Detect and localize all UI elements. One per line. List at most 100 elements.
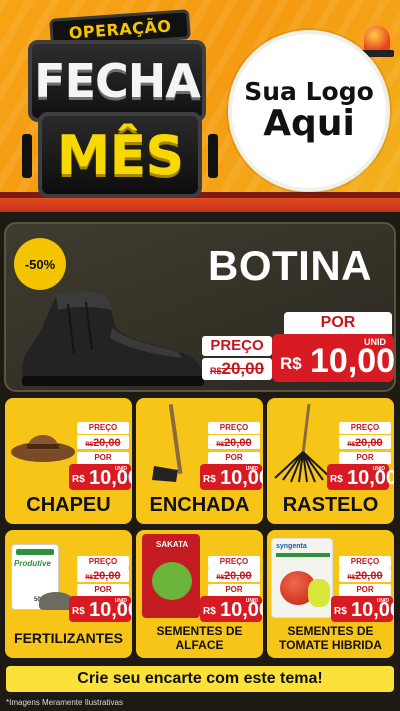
rastelo-new-value: 10,00 bbox=[347, 467, 394, 489]
alface-old-price: R$20,00 bbox=[208, 568, 260, 582]
chapeu-old-value: 20,00 bbox=[93, 437, 121, 449]
enchada-new-price: UNIDR$10,00 bbox=[200, 464, 263, 490]
product-card-chapeu[interactable]: PREÇO R$20,00 POR UNIDR$10,00 CHAPEU bbox=[5, 398, 132, 524]
alface-name-line2: ALFACE bbox=[175, 638, 224, 652]
rastelo-old-price: R$20,00 bbox=[339, 435, 391, 449]
badge-sub: MÊS bbox=[38, 112, 202, 198]
chapeu-old-currency: R$ bbox=[85, 442, 94, 448]
hoe-icon bbox=[152, 404, 183, 482]
chapeu-old-price: R$20,00 bbox=[77, 435, 129, 449]
fertilizantes-new-currency: R$ bbox=[72, 606, 85, 617]
fertilizer-granules bbox=[39, 592, 73, 610]
tomate-name-line1: SEMENTES DE bbox=[287, 624, 374, 638]
tomate-name-line2: TOMATE HIBRIDA bbox=[279, 638, 382, 652]
enchada-old-price: R$20,00 bbox=[208, 435, 260, 449]
enchada-name: ENCHADA bbox=[149, 494, 250, 516]
cta-button[interactable]: Crie seu encarte com este tema! bbox=[6, 666, 394, 692]
fertilizantes-preco-label: PREÇO bbox=[77, 556, 129, 568]
alface-new-value: 10,00 bbox=[220, 599, 263, 621]
tomate-new-value: 10,00 bbox=[351, 599, 394, 621]
tomate-new-currency: R$ bbox=[334, 606, 347, 617]
logo-line-2: Aqui bbox=[263, 103, 355, 145]
rastelo-new-currency: R$ bbox=[330, 474, 343, 485]
discount-badge: -50% bbox=[14, 238, 66, 290]
chapeu-por-label: POR bbox=[77, 452, 129, 464]
tomate-preco-label: PREÇO bbox=[339, 556, 391, 568]
lettuce-image bbox=[152, 562, 192, 600]
header-banner: OPERAÇÃO FECHA MÊS Sua Logo Aqui bbox=[0, 0, 400, 212]
pepper-image bbox=[308, 579, 330, 607]
fertilizantes-name: FERTILIZANTES bbox=[14, 630, 123, 646]
hero-product-card[interactable]: -50% BOTINA PREÇO R$20,00 POR UNID R$ 10… bbox=[4, 222, 396, 392]
alface-preco-label: PREÇO bbox=[208, 556, 260, 568]
fertilizer-bag-band bbox=[16, 549, 54, 555]
rastelo-new-price: UNID R$ 10,00 bbox=[327, 464, 394, 490]
enchada-new-currency: R$ bbox=[203, 474, 216, 485]
enchada-new-value: 10,00 bbox=[220, 467, 263, 489]
rastelo-por-label: POR bbox=[339, 452, 391, 464]
hero-new-currency: R$ bbox=[280, 354, 302, 373]
tomate-old-currency: R$ bbox=[347, 575, 356, 581]
badge-side-left bbox=[22, 134, 32, 178]
badge-side-right bbox=[208, 134, 218, 178]
seed-packet-icon: SAKATA bbox=[142, 534, 200, 618]
alface-name-line1: SEMENTES DE bbox=[156, 624, 243, 638]
tomate-old-price: R$20,00 bbox=[339, 568, 391, 582]
fertilizantes-old-price: R$20,00 bbox=[77, 568, 129, 582]
chapeu-new-value: 10,00 bbox=[89, 467, 132, 489]
fertilizantes-por-label: POR bbox=[77, 584, 129, 596]
rastelo-preco-label: PREÇO bbox=[339, 422, 391, 434]
badge-main-text: FECHA bbox=[34, 54, 201, 108]
seed-packet-brand: SAKATA bbox=[156, 540, 189, 549]
hero-por-label: POR bbox=[284, 312, 392, 334]
hero-old-value: 20,00 bbox=[221, 359, 265, 378]
chapeu-preco-label: PREÇO bbox=[77, 422, 129, 434]
disclaimer-text: *Imagens Meramente Ilustrativas bbox=[6, 698, 123, 707]
tomato-packet-band bbox=[276, 553, 330, 557]
alface-por-label: POR bbox=[208, 584, 260, 596]
hero-preco-label: PREÇO bbox=[202, 336, 272, 356]
hero-old-price: R$20,00 bbox=[202, 358, 272, 380]
chapeu-new-price: UNIDR$10,00 bbox=[69, 464, 132, 490]
logo-placeholder[interactable]: Sua Logo Aqui bbox=[228, 30, 390, 192]
product-card-fertilizantes[interactable]: Produtive 50kg PREÇO R$20,00 POR UNIDR$1… bbox=[5, 530, 132, 658]
enchada-preco-label: PREÇO bbox=[208, 422, 260, 434]
product-card-alface[interactable]: SAKATA PREÇO R$20,00 POR UNIDR$10,00 SEM… bbox=[136, 530, 263, 658]
tomate-por-label: POR bbox=[339, 584, 391, 596]
product-card-rastelo[interactable]: PREÇO R$20,00 POR UNID R$ 10,00 RASTELO bbox=[267, 398, 394, 524]
badge-top-text: OPERAÇÃO bbox=[68, 15, 172, 43]
fertilizantes-old-value: 20,00 bbox=[93, 570, 121, 582]
enchada-por-label: POR bbox=[208, 452, 260, 464]
tomato-seed-packet-icon: syngenta bbox=[271, 538, 333, 618]
badge-main: FECHA bbox=[28, 40, 206, 122]
enchada-old-currency: R$ bbox=[216, 442, 225, 448]
hero-new-value: 10,00 bbox=[310, 342, 396, 380]
fertilizer-bag-brand: Produtive bbox=[14, 559, 51, 568]
siren-icon bbox=[364, 26, 390, 52]
fertilizantes-new-value: 10,00 bbox=[89, 599, 132, 621]
logo-line-1: Sua Logo bbox=[244, 76, 374, 106]
fertilizantes-new-price: UNIDR$10,00 bbox=[69, 596, 132, 622]
title-badge: OPERAÇÃO FECHA MÊS bbox=[22, 9, 218, 198]
hero-old-currency: R$ bbox=[209, 366, 222, 376]
tomato-packet-brand: syngenta bbox=[276, 543, 307, 550]
chapeu-new-currency: R$ bbox=[72, 474, 85, 485]
product-card-enchada[interactable]: PREÇO R$20,00 POR UNIDR$10,00 ENCHADA bbox=[136, 398, 263, 524]
header-red-strip bbox=[0, 198, 400, 212]
hat-icon bbox=[11, 435, 75, 462]
rastelo-old-currency: R$ bbox=[347, 442, 356, 448]
alface-old-currency: R$ bbox=[216, 575, 225, 581]
rastelo-old-value: 20,00 bbox=[355, 437, 383, 449]
chapeu-name: CHAPEU bbox=[26, 494, 111, 516]
alface-new-currency: R$ bbox=[203, 606, 216, 617]
product-card-tomate[interactable]: syngenta PREÇO R$20,00 POR UNIDR$10,00 S… bbox=[267, 530, 394, 658]
enchada-old-value: 20,00 bbox=[224, 437, 252, 449]
hero-new-price: UNID R$ 10,00 bbox=[272, 334, 394, 382]
alface-old-value: 20,00 bbox=[224, 570, 252, 582]
alface-new-price: UNIDR$10,00 bbox=[200, 596, 263, 622]
rastelo-name: RASTELO bbox=[282, 494, 379, 516]
badge-sub-text: MÊS bbox=[56, 123, 185, 187]
tomate-new-price: UNIDR$10,00 bbox=[331, 596, 394, 622]
tomate-old-value: 20,00 bbox=[355, 570, 383, 582]
hero-title: BOTINA bbox=[208, 242, 372, 289]
